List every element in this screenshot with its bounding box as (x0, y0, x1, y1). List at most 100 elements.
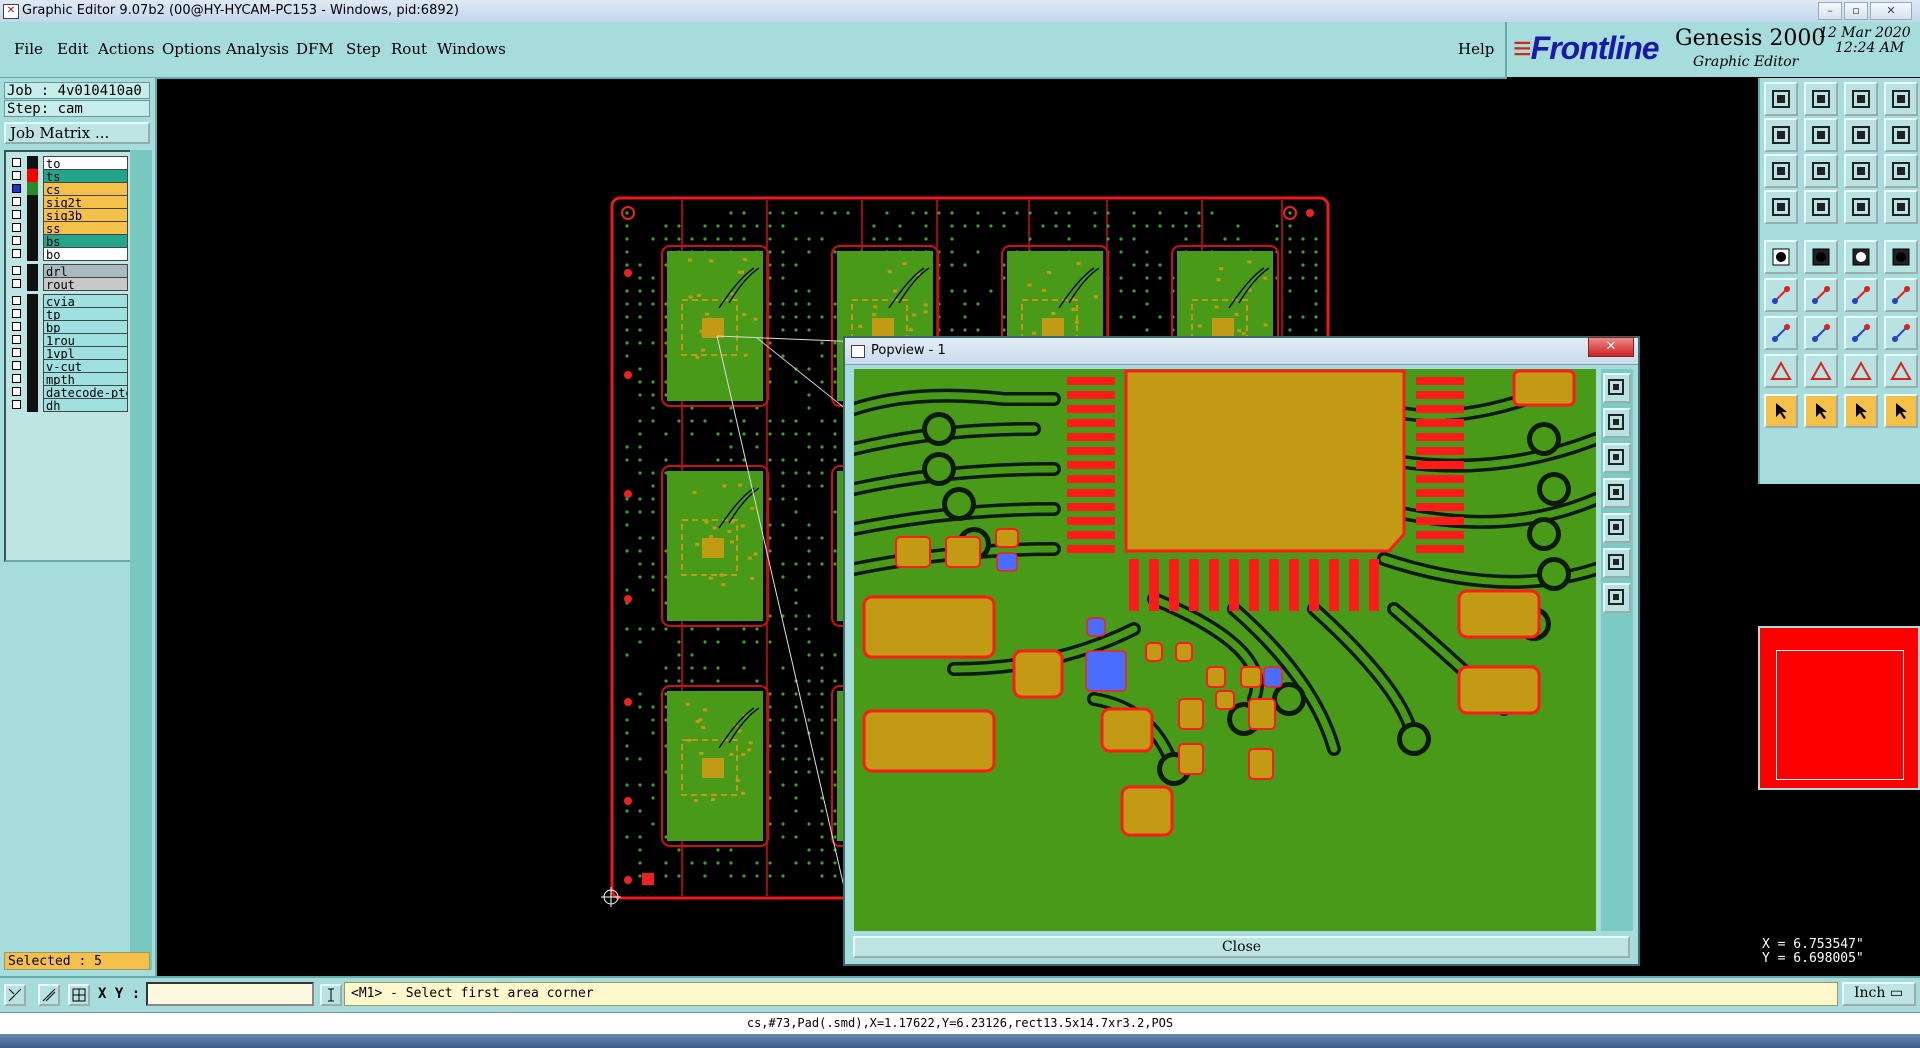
layer-color-swatch[interactable] (27, 372, 38, 386)
ratio-icon[interactable] (1844, 154, 1878, 188)
layer-checkbox[interactable] (12, 158, 21, 167)
layer-row-drl[interactable]: drl (8, 264, 128, 278)
overview-viewport[interactable] (1776, 650, 1904, 780)
layer-row-tp[interactable]: tp (8, 307, 128, 321)
layer-color-swatch[interactable] (27, 359, 38, 373)
pop-pan-right-icon[interactable] (1603, 513, 1631, 543)
layer-name[interactable]: 1vpl (43, 346, 128, 360)
close-window-button[interactable]: ✕ (1870, 2, 1912, 20)
menu-help[interactable]: Help (1458, 40, 1494, 58)
layer-checkbox[interactable] (12, 335, 21, 344)
xy-input[interactable] (146, 982, 314, 1006)
layer-row-cs[interactable]: cs (8, 182, 128, 196)
pop-fit-icon[interactable] (1603, 548, 1631, 578)
layer-checkbox[interactable] (12, 279, 21, 288)
layer-color-swatch[interactable] (27, 398, 38, 412)
zoom-next-icon[interactable] (1884, 118, 1918, 152)
layer-color-swatch[interactable] (27, 320, 38, 334)
layer-checkbox[interactable] (12, 223, 21, 232)
zoom-fit-icon[interactable] (1884, 82, 1918, 116)
layer-name[interactable]: datecode-pte (43, 385, 128, 399)
zoom-out-icon[interactable] (1844, 82, 1878, 116)
help-icon[interactable] (1884, 154, 1918, 188)
fit-screen-icon[interactable] (1764, 154, 1798, 188)
text-cursor-icon[interactable] (320, 984, 342, 1006)
layer-name[interactable]: cs (43, 182, 128, 196)
layer-color-swatch[interactable] (27, 333, 38, 347)
profile-icon[interactable] (1844, 190, 1878, 224)
mirror-icon[interactable] (1884, 316, 1918, 350)
layer-name[interactable]: dh (43, 398, 128, 412)
layer-name[interactable]: cvia (43, 294, 128, 308)
layer-name[interactable]: rout (43, 277, 128, 291)
layer-name[interactable]: bp (43, 320, 128, 334)
layer-row-datecode-pte[interactable]: datecode-pte (8, 385, 128, 399)
layer-checkbox[interactable] (12, 322, 21, 331)
layer-name[interactable]: ts (43, 169, 128, 183)
center-icon[interactable] (1804, 154, 1838, 188)
unit-selector[interactable]: Inch ▭ (1842, 982, 1916, 1006)
layer-row-ts[interactable]: ts (8, 169, 128, 183)
popview-close-icon[interactable]: ✕ (1588, 337, 1634, 357)
layer-row-to[interactable]: to (8, 156, 128, 170)
layer-color-swatch[interactable] (27, 247, 38, 261)
layer-color-swatch[interactable] (27, 169, 38, 183)
select-icon[interactable] (1764, 240, 1798, 274)
rotate-icon[interactable] (1844, 316, 1878, 350)
triangle-icon[interactable] (1764, 394, 1798, 428)
layer-row-rout[interactable]: rout (8, 277, 128, 291)
menu-windows[interactable]: Windows (437, 40, 506, 58)
menu-analysis[interactable]: Analysis (226, 40, 289, 58)
layer-checkbox[interactable] (12, 184, 21, 193)
overview-map[interactable] (1758, 626, 1920, 790)
layer-row-v-cut[interactable]: v-cut (8, 359, 128, 373)
layer-row-1vpl[interactable]: 1vpl (8, 346, 128, 360)
draw-line-icon[interactable] (1764, 316, 1798, 350)
pop-pan-left-icon[interactable] (1603, 478, 1631, 508)
layer-color-swatch[interactable] (27, 182, 38, 196)
draw-slash-icon[interactable] (1804, 316, 1838, 350)
layer-checkbox[interactable] (12, 266, 21, 275)
pop-zoom-in-icon[interactable] (1603, 373, 1631, 403)
pop-zoom-prev-icon[interactable] (1603, 443, 1631, 473)
layer-checkbox[interactable] (12, 171, 21, 180)
layer-checkbox[interactable] (12, 236, 21, 245)
layer-color-swatch[interactable] (27, 346, 38, 360)
layer-color-swatch[interactable] (27, 156, 38, 170)
layer-name[interactable]: to (43, 156, 128, 170)
layer-checkbox[interactable] (12, 197, 21, 206)
layer-name[interactable]: sig3b (43, 208, 128, 222)
pan-left-icon[interactable] (1764, 118, 1798, 152)
layer-row-bo[interactable]: bo (8, 247, 128, 261)
layer-row-bs[interactable]: bs (8, 234, 128, 248)
ruler-icon[interactable] (1844, 240, 1878, 274)
line-icon[interactable] (1844, 278, 1878, 312)
layer-name[interactable]: v-cut (43, 359, 128, 373)
menu-edit[interactable]: Edit (57, 40, 88, 58)
zoom-home-icon[interactable] (1764, 82, 1798, 116)
layer-color-swatch[interactable] (27, 307, 38, 321)
layer-checkbox[interactable] (12, 309, 21, 318)
layer-row-sig3b[interactable]: sig3b (8, 208, 128, 222)
snap-icon[interactable] (1804, 190, 1838, 224)
layer-name[interactable]: tp (43, 307, 128, 321)
layer-color-swatch[interactable] (27, 234, 38, 248)
maximize-button[interactable]: ▫ (1844, 2, 1868, 20)
gear-icon[interactable] (1884, 354, 1918, 388)
zoom-back-icon[interactable] (1844, 118, 1878, 152)
connect-icon[interactable] (1764, 278, 1798, 312)
layer-color-swatch[interactable] (27, 221, 38, 235)
layer-name[interactable]: ss (43, 221, 128, 235)
layer-row-sig2t[interactable]: sig2t (8, 195, 128, 209)
layer-color-swatch[interactable] (27, 277, 38, 291)
layer-checkbox[interactable] (12, 210, 21, 219)
menu-dfm[interactable]: DFM (296, 40, 334, 58)
point-icon[interactable] (1884, 240, 1918, 274)
draw-mode-icon[interactable] (4, 984, 26, 1006)
layer-checkbox[interactable] (12, 249, 21, 258)
menu-step[interactable]: Step (346, 40, 381, 58)
layer-name[interactable]: bs (43, 234, 128, 248)
layer-checkbox[interactable] (12, 296, 21, 305)
layer-row-mpth[interactable]: mpth (8, 372, 128, 386)
layer-name[interactable]: bo (43, 247, 128, 261)
